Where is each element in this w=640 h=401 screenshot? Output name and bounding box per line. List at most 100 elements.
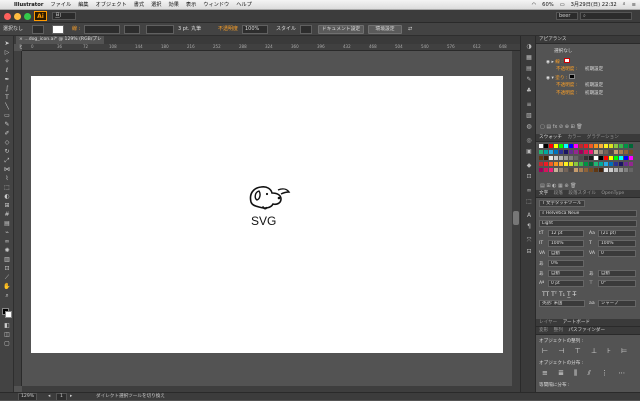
color-swatch[interactable]	[564, 150, 568, 154]
mesh-tool-icon[interactable]: #	[2, 211, 12, 219]
align-buttons[interactable]: ⊢ ⊣ ⊤ ⊥ ⊦ ⊨	[542, 347, 631, 355]
transparency-icon[interactable]: ◍	[524, 122, 534, 131]
color-swatch[interactable]	[614, 156, 618, 160]
image-trace-icon[interactable]: ⬚	[524, 197, 534, 206]
color-swatch[interactable]	[599, 162, 603, 166]
color-swatch[interactable]	[614, 162, 618, 166]
color-swatch[interactable]	[579, 162, 583, 166]
direct-selection-tool-icon[interactable]: ▷	[2, 49, 12, 57]
color-swatch[interactable]	[564, 144, 568, 148]
color-swatch[interactable]	[584, 156, 588, 160]
distribute-buttons[interactable]: ≡ ≣ ⫼ ⫽ ⋮ ⋯	[542, 369, 629, 378]
gradient-tab[interactable]: グラデーション	[587, 135, 619, 140]
vertical-scale-field[interactable]: 100%	[548, 240, 584, 247]
color-swatch[interactable]	[549, 156, 553, 160]
color-swatch[interactable]	[604, 156, 608, 160]
language-dropdown[interactable]: 英語: 米国	[539, 300, 585, 307]
color-swatch[interactable]	[609, 156, 613, 160]
character-tab[interactable]: 文字	[539, 191, 548, 196]
color-swatch[interactable]	[624, 156, 628, 160]
appearance-panel-header[interactable]: アピアランス	[536, 36, 640, 44]
color-swatch[interactable]	[594, 168, 598, 172]
color-swatch[interactable]	[584, 150, 588, 154]
opentype-tab[interactable]: OpenType	[601, 191, 624, 196]
artboard-nav-next-icon[interactable]: ▸	[70, 393, 72, 400]
color-swatch[interactable]	[574, 168, 578, 172]
color-swatch[interactable]	[574, 150, 578, 154]
leading-field[interactable]: (21 pt)	[598, 230, 636, 237]
variable-width-dropdown[interactable]	[124, 25, 140, 34]
color-swatch[interactable]	[574, 156, 578, 160]
color-swatch[interactable]	[629, 162, 633, 166]
touch-type-button[interactable]: T 文字タッチツール	[539, 200, 585, 207]
color-swatch[interactable]	[599, 150, 603, 154]
menu-view[interactable]: 表示	[186, 1, 196, 8]
visibility-icon[interactable]: ◉	[546, 60, 550, 65]
color-swatch[interactable]	[559, 162, 563, 166]
pathfinder-tab[interactable]: パスファインダー	[568, 328, 605, 333]
color-swatch[interactable]	[539, 156, 543, 160]
color-swatch[interactable]	[609, 168, 613, 172]
rectangle-tool-icon[interactable]: ▭	[2, 112, 12, 120]
stroke-none-swatch[interactable]	[564, 58, 571, 63]
color-swatch[interactable]	[604, 144, 608, 148]
paragraph-icon[interactable]: ¶	[524, 222, 534, 231]
search-field[interactable]: ⌕	[580, 12, 632, 20]
pen-tool-icon[interactable]: ✒	[2, 76, 12, 84]
color-swatch[interactable]	[609, 162, 613, 166]
color-swatch[interactable]	[604, 168, 608, 172]
status-text[interactable]: ダイレクト選択ツールを切り換え	[96, 393, 165, 400]
color-swatch[interactable]	[569, 168, 573, 172]
brushes-icon[interactable]: ✎	[524, 75, 534, 84]
appearance-icon[interactable]: ◎	[524, 136, 534, 145]
gradient-tool-icon[interactable]: ▤	[2, 220, 12, 228]
color-swatch[interactable]	[554, 162, 558, 166]
stroke-panel-icon[interactable]: ≡	[524, 100, 534, 109]
paragraph-tab[interactable]: 段落	[554, 191, 563, 196]
color-mode-icon[interactable]: ◧	[2, 322, 12, 330]
zoom-tool-icon[interactable]: ⌕	[2, 292, 12, 300]
color-swatch[interactable]	[569, 162, 573, 166]
color-swatch[interactable]	[549, 162, 553, 166]
color-swatch[interactable]	[579, 150, 583, 154]
artboards-icon[interactable]: ⊡	[524, 172, 534, 181]
artboard-nav-prev-icon[interactable]: ◂	[48, 393, 50, 400]
preferences-button[interactable]: 環境設定	[368, 25, 402, 34]
swatch-grid[interactable]	[539, 144, 637, 180]
appearance-fill-opacity-row[interactable]: 不透明度 : 初期設定	[556, 82, 603, 88]
color-swatch[interactable]	[604, 150, 608, 154]
free-transform-tool-icon[interactable]: ⬚	[2, 184, 12, 192]
color-swatch[interactable]	[594, 144, 598, 148]
vertical-scroll-thumb[interactable]	[513, 211, 519, 225]
color-swatch[interactable]	[594, 162, 598, 166]
color-swatch[interactable]	[539, 162, 543, 166]
color-swatch[interactable]	[569, 150, 573, 154]
menu-help[interactable]: ヘルプ	[236, 1, 252, 8]
curvature-tool-icon[interactable]: ∫	[2, 85, 12, 93]
color-swatch[interactable]	[589, 144, 593, 148]
color-swatch[interactable]	[614, 150, 618, 154]
clock[interactable]: 3月29日(日) 22:32	[571, 1, 617, 8]
color-swatch[interactable]	[629, 144, 633, 148]
color-swatch[interactable]	[589, 168, 593, 172]
color-swatch[interactable]	[604, 162, 608, 166]
brush-dropdown[interactable]	[146, 25, 174, 34]
close-tab-icon[interactable]: ×	[19, 37, 23, 42]
baseline-shift-field[interactable]: 0 pt	[548, 280, 584, 287]
hand-tool-icon[interactable]: ✋	[2, 283, 12, 291]
color-swatch[interactable]	[584, 144, 588, 148]
transform-icon[interactable]: ⤧	[524, 236, 534, 245]
color-swatch[interactable]	[544, 162, 548, 166]
minimize-window-icon[interactable]	[14, 13, 21, 20]
pencil-tool-icon[interactable]: ✐	[2, 130, 12, 138]
color-swatch[interactable]	[614, 168, 618, 172]
color-swatch[interactable]	[624, 162, 628, 166]
selection-tool-icon[interactable]: ➤	[2, 40, 12, 48]
color-swatch[interactable]	[599, 156, 603, 160]
menu-file[interactable]: ファイル	[50, 1, 71, 8]
kerning-field[interactable]: 自動	[548, 250, 584, 257]
color-swatch[interactable]	[549, 168, 553, 172]
tracking-field[interactable]: 0	[598, 250, 636, 257]
artboards-tab[interactable]: アートボード	[563, 320, 590, 325]
color-swatch[interactable]	[539, 168, 543, 172]
